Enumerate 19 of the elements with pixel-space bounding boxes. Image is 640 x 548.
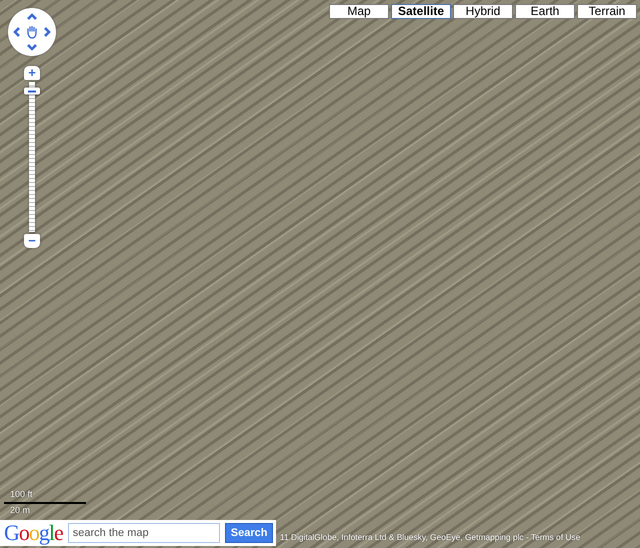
scale-imperial-label: 100 ft [10, 489, 33, 499]
search-button[interactable]: Search [224, 523, 274, 543]
google-logo: Google [4, 521, 63, 545]
pan-down-button[interactable] [26, 41, 38, 53]
pan-left-button[interactable] [11, 26, 23, 38]
zoom-slider-thumb[interactable] [24, 88, 40, 94]
zoom-slider[interactable] [24, 82, 40, 232]
hand-icon[interactable] [25, 25, 39, 39]
map-type-tab[interactable]: Earth [515, 4, 575, 19]
zoom-out-button[interactable]: − [24, 234, 40, 248]
search-field[interactable]: search the map [68, 523, 220, 543]
scale-metric-label: 20 m [10, 505, 30, 515]
map-type-tab[interactable]: Satellite [391, 4, 451, 19]
map-type-tab[interactable]: Map [329, 4, 389, 19]
zoom-in-button[interactable]: + [24, 66, 40, 80]
pan-right-button[interactable] [41, 26, 53, 38]
attribution-text: 11 DigitalGlobe, Infoterra Ltd & Bluesky, GeoEye, Getmapping plc - Terms of Use [280, 532, 580, 542]
map-type-tab[interactable]: Hybrid [453, 4, 513, 19]
map-type-tab[interactable]: Terrain [577, 4, 637, 19]
